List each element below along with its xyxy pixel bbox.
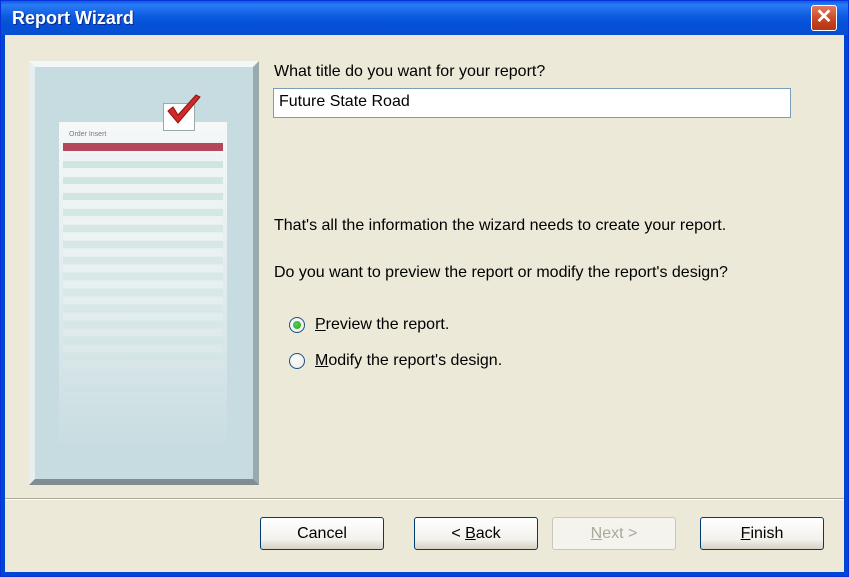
sheet-row: [63, 289, 223, 296]
sheet-row: [63, 233, 223, 240]
sheet-row: [63, 265, 223, 272]
sheet-row: [63, 329, 223, 336]
radio-modify-indicator[interactable]: [289, 353, 305, 369]
sheet-row: [63, 409, 223, 416]
radio-preview-label[interactable]: Preview the report.: [315, 316, 449, 334]
sheet-row: [63, 257, 223, 264]
sheet-row: [63, 169, 223, 176]
radio-preview-indicator[interactable]: [289, 317, 305, 333]
sheet-row: [63, 313, 223, 320]
sheet-row: [63, 321, 223, 328]
finish-button[interactable]: Finish: [700, 517, 824, 550]
report-wizard-window: Report Wizard ✕ Order Insert What title …: [0, 0, 849, 577]
sheet-title: Order Insert: [69, 131, 107, 138]
sheet-row: [63, 153, 223, 160]
sheet-row: [63, 393, 223, 400]
checkmark-icon: [167, 94, 201, 124]
close-button[interactable]: ✕: [811, 5, 837, 31]
report-sheet-graphic: Order Insert: [59, 122, 227, 444]
close-icon: ✕: [815, 6, 833, 28]
sheet-row: [63, 241, 223, 248]
wizard-illustration: Order Insert: [29, 61, 259, 485]
window-frame-right: [844, 35, 848, 576]
question-text: Do you want to preview the report or mod…: [274, 264, 728, 281]
sheet-row: [63, 209, 223, 216]
back-button[interactable]: < Back: [414, 517, 538, 550]
sheet-row: [63, 361, 223, 368]
sheet-row: [63, 217, 223, 224]
sheet-row: [63, 225, 223, 232]
sheet-row: [63, 377, 223, 384]
title-prompt: What title do you want for your report?: [274, 63, 546, 80]
sheet-row: [63, 401, 223, 408]
sheet-row: [63, 385, 223, 392]
sheet-row: [63, 281, 223, 288]
window-frame-left: [1, 35, 5, 576]
sheet-row: [63, 345, 223, 352]
sheet-row: [63, 193, 223, 200]
sheet-row: [63, 273, 223, 280]
sheet-row: [63, 201, 223, 208]
title-bar[interactable]: Report Wizard ✕: [1, 1, 848, 35]
sheet-row: [63, 161, 223, 168]
sheet-header-row: [63, 143, 223, 151]
report-title-value: Future State Road: [279, 93, 410, 110]
sheet-row: [63, 177, 223, 184]
sheet-row: [63, 249, 223, 256]
button-separator: [5, 498, 844, 500]
sheet-row: [63, 353, 223, 360]
sheet-row: [63, 417, 223, 424]
radio-modify-label[interactable]: Modify the report's design.: [315, 352, 502, 370]
sheet-row: [63, 369, 223, 376]
window-title: Report Wizard: [12, 8, 134, 28]
window-frame-bottom: [1, 572, 848, 576]
sheet-row: [63, 337, 223, 344]
sheet-row: [63, 425, 223, 432]
report-title-input[interactable]: Future State Road: [273, 88, 791, 118]
sheet-row: [63, 433, 223, 440]
sheet-row: [63, 297, 223, 304]
sheet-row: [63, 305, 223, 312]
next-button[interactable]: Next >: [552, 517, 676, 550]
sheet-row: [63, 185, 223, 192]
cancel-button[interactable]: Cancel: [260, 517, 384, 550]
info-text: That's all the information the wizard ne…: [274, 217, 727, 234]
